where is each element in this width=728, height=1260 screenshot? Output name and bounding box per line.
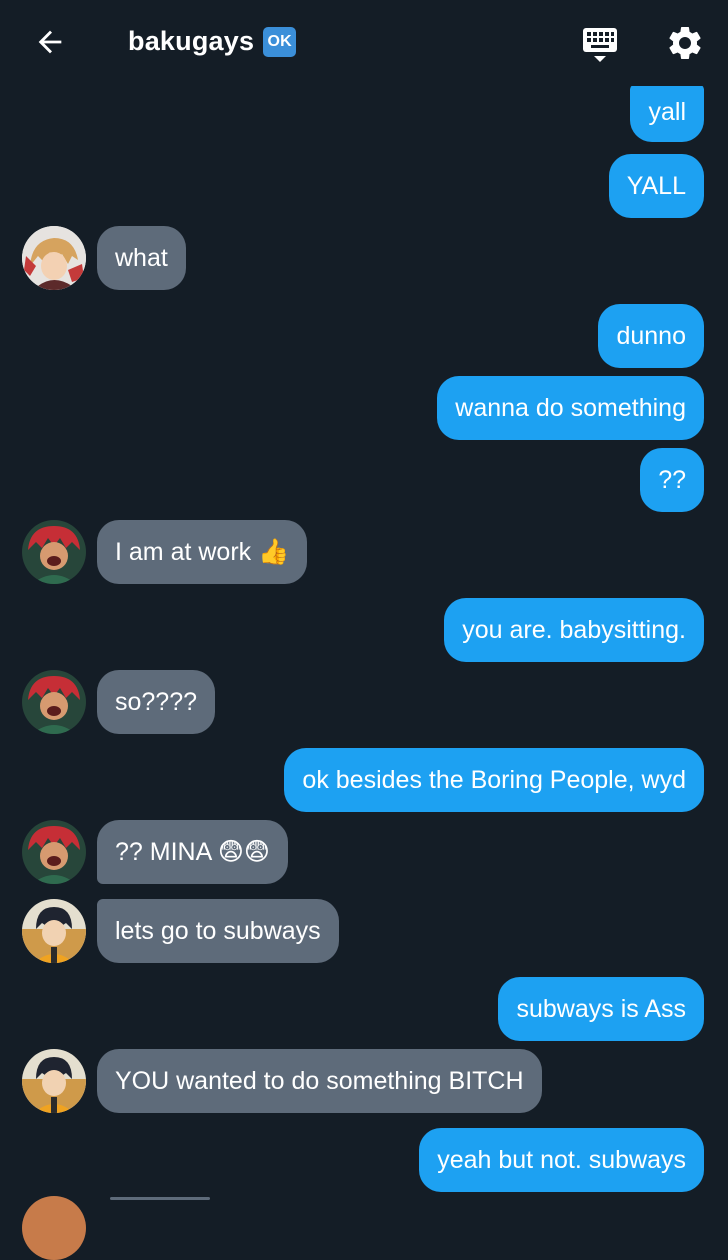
back-button[interactable] (30, 22, 70, 62)
message-bubble-received[interactable]: ?? MINA 😨😨 (97, 820, 288, 884)
conversation-title: bakugays OK (128, 26, 297, 57)
message-bubble-sent[interactable]: yeah but not. subways (419, 1128, 704, 1192)
message-bubble-received[interactable]: so???? (97, 670, 216, 734)
gear-icon (669, 26, 701, 59)
message-bubble-sent[interactable]: ok besides the Boring People, wyd (284, 748, 704, 812)
message-bubble-received[interactable]: what (97, 226, 186, 290)
message-bubble-sent[interactable]: yall (630, 84, 704, 142)
darkhair-avatar[interactable] (22, 1049, 86, 1113)
partial-avatar (22, 1196, 86, 1260)
message-bubble-received[interactable]: lets go to subways (97, 899, 339, 963)
blonde-avatar[interactable] (22, 226, 86, 290)
message-bubble-received[interactable]: I am at work 👍 (97, 520, 308, 584)
message-bubble-received[interactable]: YOU wanted to do something BITCH (97, 1049, 542, 1113)
back-arrow-icon (38, 30, 62, 54)
keyboard-icon (583, 28, 617, 62)
redhead-avatar[interactable] (22, 520, 86, 584)
message-bubble-sent[interactable]: dunno (598, 304, 704, 368)
ok-badge: OK (263, 26, 297, 57)
message-bubble-sent[interactable]: you are. babysitting. (444, 598, 704, 662)
settings-button[interactable] (662, 20, 708, 66)
redhead-avatar[interactable] (22, 820, 86, 884)
keyboard-button[interactable] (578, 22, 622, 66)
message-bubble-sent[interactable]: YALL (608, 154, 704, 218)
message-bubble-sent[interactable]: wanna do something (437, 376, 704, 440)
darkhair-avatar[interactable] (22, 899, 86, 963)
conversation-name: bakugays (128, 26, 255, 56)
message-bubble-sent[interactable]: ?? (640, 448, 704, 512)
chat-header: bakugays OK (0, 0, 728, 86)
message-bubble-sent[interactable]: subways is Ass (498, 977, 704, 1041)
redhead-avatar[interactable] (22, 670, 86, 734)
